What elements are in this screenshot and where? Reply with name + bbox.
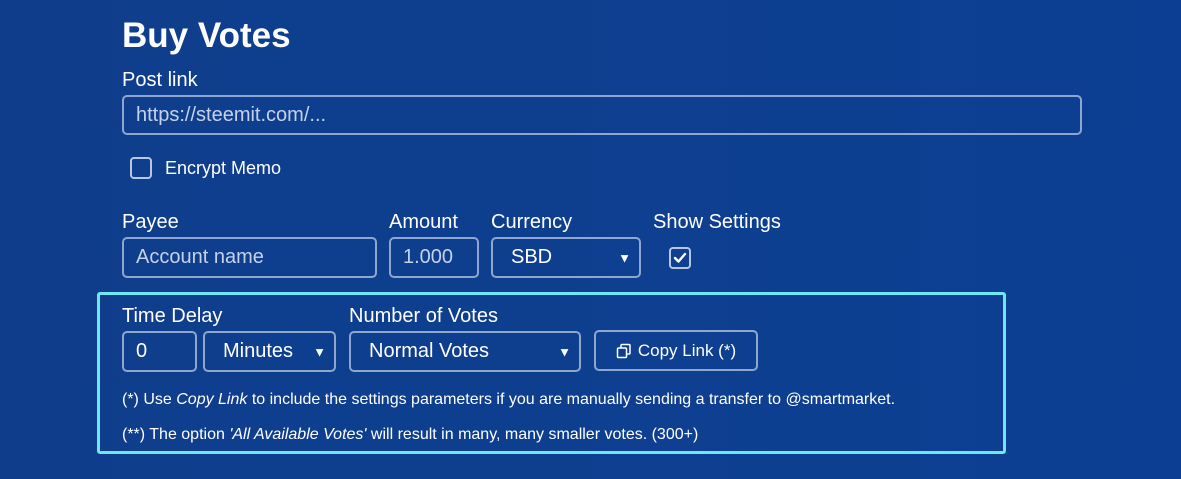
votes-selected-value: Normal Votes [369, 340, 490, 362]
post-link-label: Post link [122, 69, 198, 91]
currency-label: Currency [491, 211, 573, 233]
number-of-votes-select[interactable]: Normal Votes ▼ [349, 331, 581, 372]
all-votes-note: (**) The option 'All Available Votes' wi… [122, 425, 698, 445]
show-settings-label: Show Settings [653, 211, 781, 233]
dropdown-caret-icon: ▼ [313, 344, 326, 359]
note-text: (*) Use [122, 391, 177, 408]
amount-input[interactable]: 1.000 [389, 237, 479, 278]
encrypt-memo-label: Encrypt Memo [165, 158, 282, 178]
post-link-input[interactable]: https://steemit.com/... [122, 95, 1082, 135]
note-text: will result in many, many smaller votes.… [366, 426, 699, 443]
amount-label: Amount [389, 211, 458, 233]
dropdown-caret-icon: ▼ [618, 250, 631, 265]
number-of-votes-label: Number of Votes [349, 305, 498, 327]
show-settings-checkbox[interactable] [669, 247, 691, 269]
note-text: (**) The option [122, 426, 230, 443]
page-title: Buy Votes [122, 16, 291, 55]
encrypt-memo-checkbox[interactable] [130, 157, 152, 179]
time-delay-label: Time Delay [122, 305, 223, 327]
copy-link-label: Copy Link (*) [637, 340, 737, 360]
note-emphasis: 'All Available Votes' [229, 426, 367, 443]
copy-icon [616, 343, 631, 358]
note-text: to include the settings parameters if yo… [247, 391, 896, 408]
currency-select[interactable]: SBD ▼ [491, 237, 641, 278]
payee-input[interactable]: Account name [122, 237, 377, 278]
dropdown-caret-icon: ▼ [558, 344, 571, 359]
currency-selected-value: SBD [511, 246, 553, 268]
payee-label: Payee [122, 211, 179, 233]
checkmark-icon [673, 252, 687, 263]
copy-link-note: (*) Use Copy Link to include the setting… [122, 390, 895, 410]
note-emphasis: Copy Link [176, 391, 248, 408]
copy-link-button[interactable]: Copy Link (*) [594, 330, 758, 371]
time-delay-input[interactable]: 0 [122, 331, 197, 372]
time-unit-select[interactable]: Minutes ▼ [203, 331, 336, 372]
time-unit-selected-value: Minutes [223, 340, 294, 362]
